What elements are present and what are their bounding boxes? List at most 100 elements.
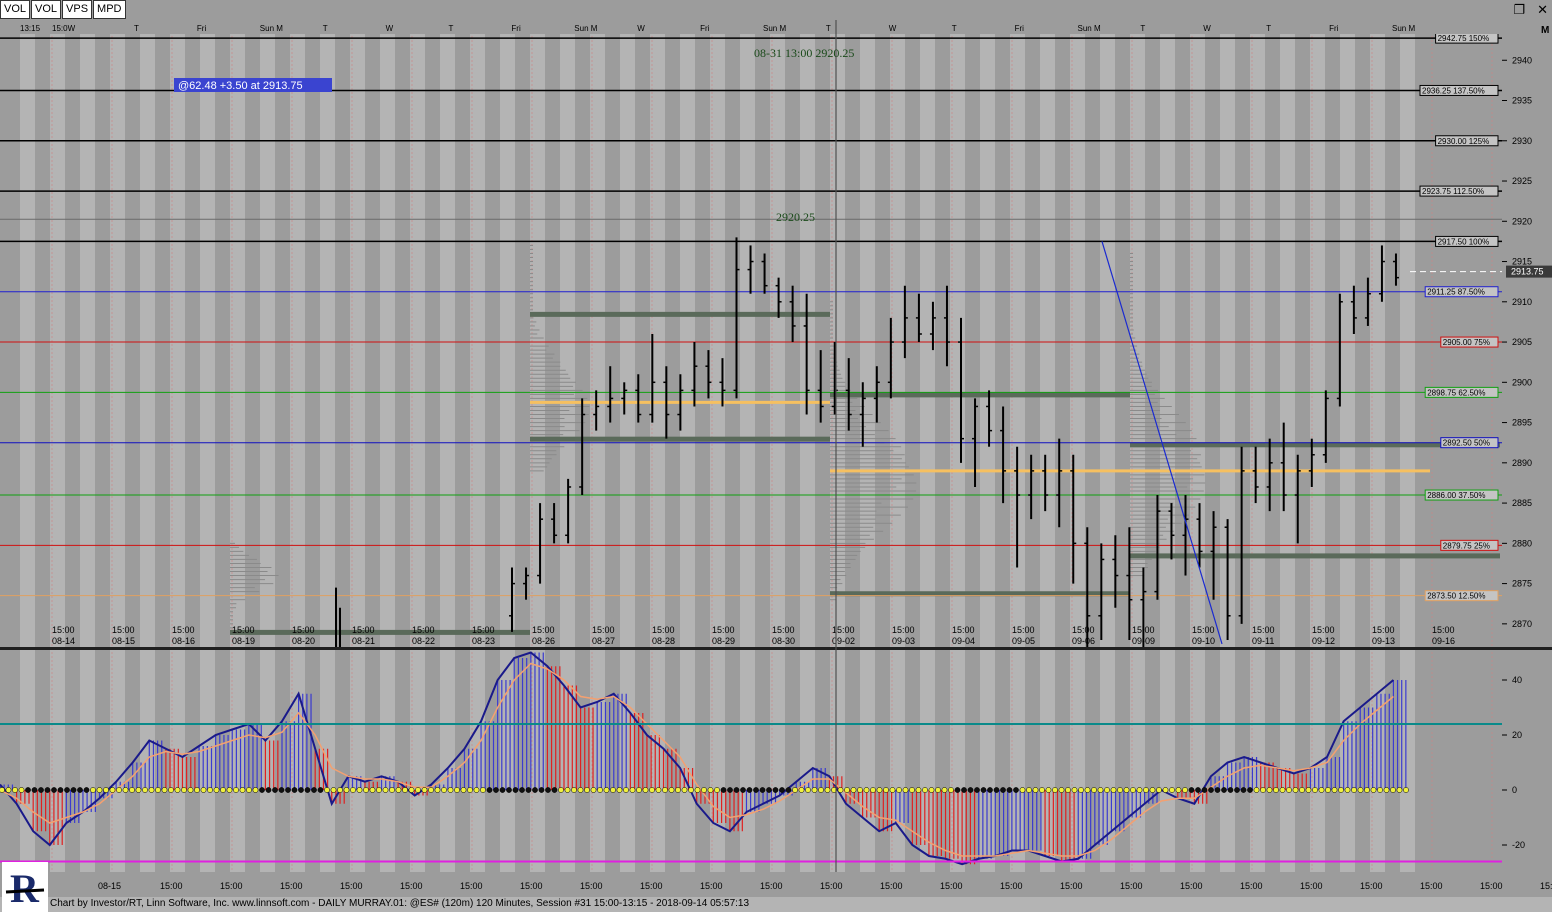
zero-dot (1331, 787, 1338, 793)
zero-dot (382, 787, 389, 793)
bottom-axis-label: 15:00 (880, 881, 903, 891)
session-band (1100, 20, 1115, 872)
zero-dot (434, 787, 441, 793)
murray-tag-label: 2923.75 112.50% (1422, 187, 1484, 196)
zero-dot (1123, 787, 1130, 793)
zero-dot (1338, 787, 1344, 793)
zero-dot (51, 787, 57, 793)
price-tick-label: 2875 (1512, 579, 1532, 589)
zero-dot (428, 787, 434, 793)
date-axis-time: 15:00 (1132, 625, 1155, 635)
zero-dot (714, 787, 720, 793)
zero-dot (655, 787, 662, 793)
zero-dot (545, 787, 551, 793)
toolbar-button-vps-2[interactable]: VPS (62, 0, 93, 19)
date-axis-date: 09-11 (1252, 636, 1274, 646)
date-axis-time: 15:00 (412, 625, 435, 635)
info-label: @62.48 +3.50 at 2913.75 (178, 80, 303, 92)
date-axis-date: 09-09 (1132, 636, 1155, 646)
zero-dot (200, 787, 207, 793)
zero-dot (226, 787, 233, 793)
header-day-label: W (1203, 24, 1211, 33)
session-band (800, 20, 815, 872)
osc-axis (1502, 650, 1552, 872)
zero-dot (460, 787, 467, 793)
price-tick-label: 2920 (1512, 216, 1532, 226)
date-axis-time: 15:00 (1252, 625, 1275, 635)
zero-dot (1240, 787, 1247, 793)
date-axis-time: 15:00 (1192, 625, 1215, 635)
date-axis-date: 09-06 (1072, 636, 1095, 646)
price-axis (1502, 20, 1552, 648)
zero-dot (454, 787, 460, 793)
zero-dot (1214, 787, 1221, 793)
zero-dot (1390, 787, 1396, 793)
date-axis-time: 15:00 (952, 625, 975, 635)
zero-dot (1273, 787, 1279, 793)
zero-dot (1312, 787, 1318, 793)
zero-dot (480, 787, 486, 793)
zero-dot (993, 787, 1000, 793)
zero-dot (96, 787, 103, 793)
murray-tag-label: 2879.75 25% (1443, 541, 1490, 550)
toolbar-button-mpd-3[interactable]: MPD (93, 0, 126, 19)
date-axis-time: 15:00 (772, 625, 795, 635)
value-area-bar (530, 311, 830, 317)
zero-dot (610, 787, 616, 793)
zero-dot (1052, 787, 1058, 793)
zero-dot (1266, 787, 1273, 793)
zero-dot (473, 787, 480, 793)
zero-dot (363, 787, 369, 793)
zero-dot (681, 787, 688, 793)
date-axis-time: 15:00 (292, 625, 315, 635)
session-band (740, 20, 755, 872)
murray-tag-label: 2936.25 137.50% (1422, 86, 1485, 95)
zero-dot (798, 787, 805, 793)
zero-dot (1377, 787, 1383, 793)
zero-dot (896, 787, 902, 793)
zero-dot (402, 787, 408, 793)
date-axis-date: 08-28 (652, 636, 675, 646)
price-tick-label: 2925 (1512, 176, 1532, 186)
zero-dot (25, 787, 31, 793)
zero-dot (1162, 787, 1169, 793)
zero-dot (168, 787, 174, 793)
zero-dot (584, 787, 590, 793)
zero-dot (486, 787, 493, 793)
svg-text:R: R (10, 866, 40, 911)
zero-dot (532, 787, 538, 793)
restore-icon[interactable]: ❐ (1513, 2, 1525, 18)
zero-dot (44, 787, 51, 793)
date-axis-time: 15:00 (1372, 625, 1395, 635)
toolbar-button-vol-0[interactable]: VOL (0, 0, 31, 19)
zero-dot (629, 787, 636, 793)
zero-dot (1325, 787, 1331, 793)
bottom-axis-label: 15:00 (400, 881, 423, 891)
zero-dot (64, 787, 70, 793)
price-tick-label: 2885 (1512, 498, 1532, 508)
zero-dot (772, 787, 779, 793)
bottom-axis-label: 15:00 (1240, 881, 1263, 891)
zero-dot (187, 787, 194, 793)
zero-dot (1156, 787, 1162, 793)
chart-canvas[interactable]: 2942.75 150% 2936.25 137.50% 2930.00 125% 2… (0, 0, 1552, 912)
zero-dot (155, 787, 161, 793)
zero-dot (18, 787, 25, 793)
zero-dot (837, 787, 844, 793)
zero-dot (174, 787, 181, 793)
zero-dot (304, 787, 311, 793)
date-axis-date: 08-19 (232, 636, 255, 646)
osc-tick-label: 0 (1512, 785, 1517, 795)
zero-dot (343, 787, 350, 793)
zero-dot (1208, 787, 1214, 793)
zero-dot (103, 787, 109, 793)
zero-dot (967, 787, 974, 793)
zero-dot (818, 787, 824, 793)
zero-dot (1279, 787, 1286, 793)
zero-dot (987, 787, 993, 793)
zero-dot (220, 787, 226, 793)
panel-separator (0, 647, 1552, 650)
toolbar-button-vol-1[interactable]: VOL (31, 0, 62, 19)
close-icon[interactable]: ✕ (1537, 2, 1548, 18)
zero-dot (447, 787, 454, 793)
